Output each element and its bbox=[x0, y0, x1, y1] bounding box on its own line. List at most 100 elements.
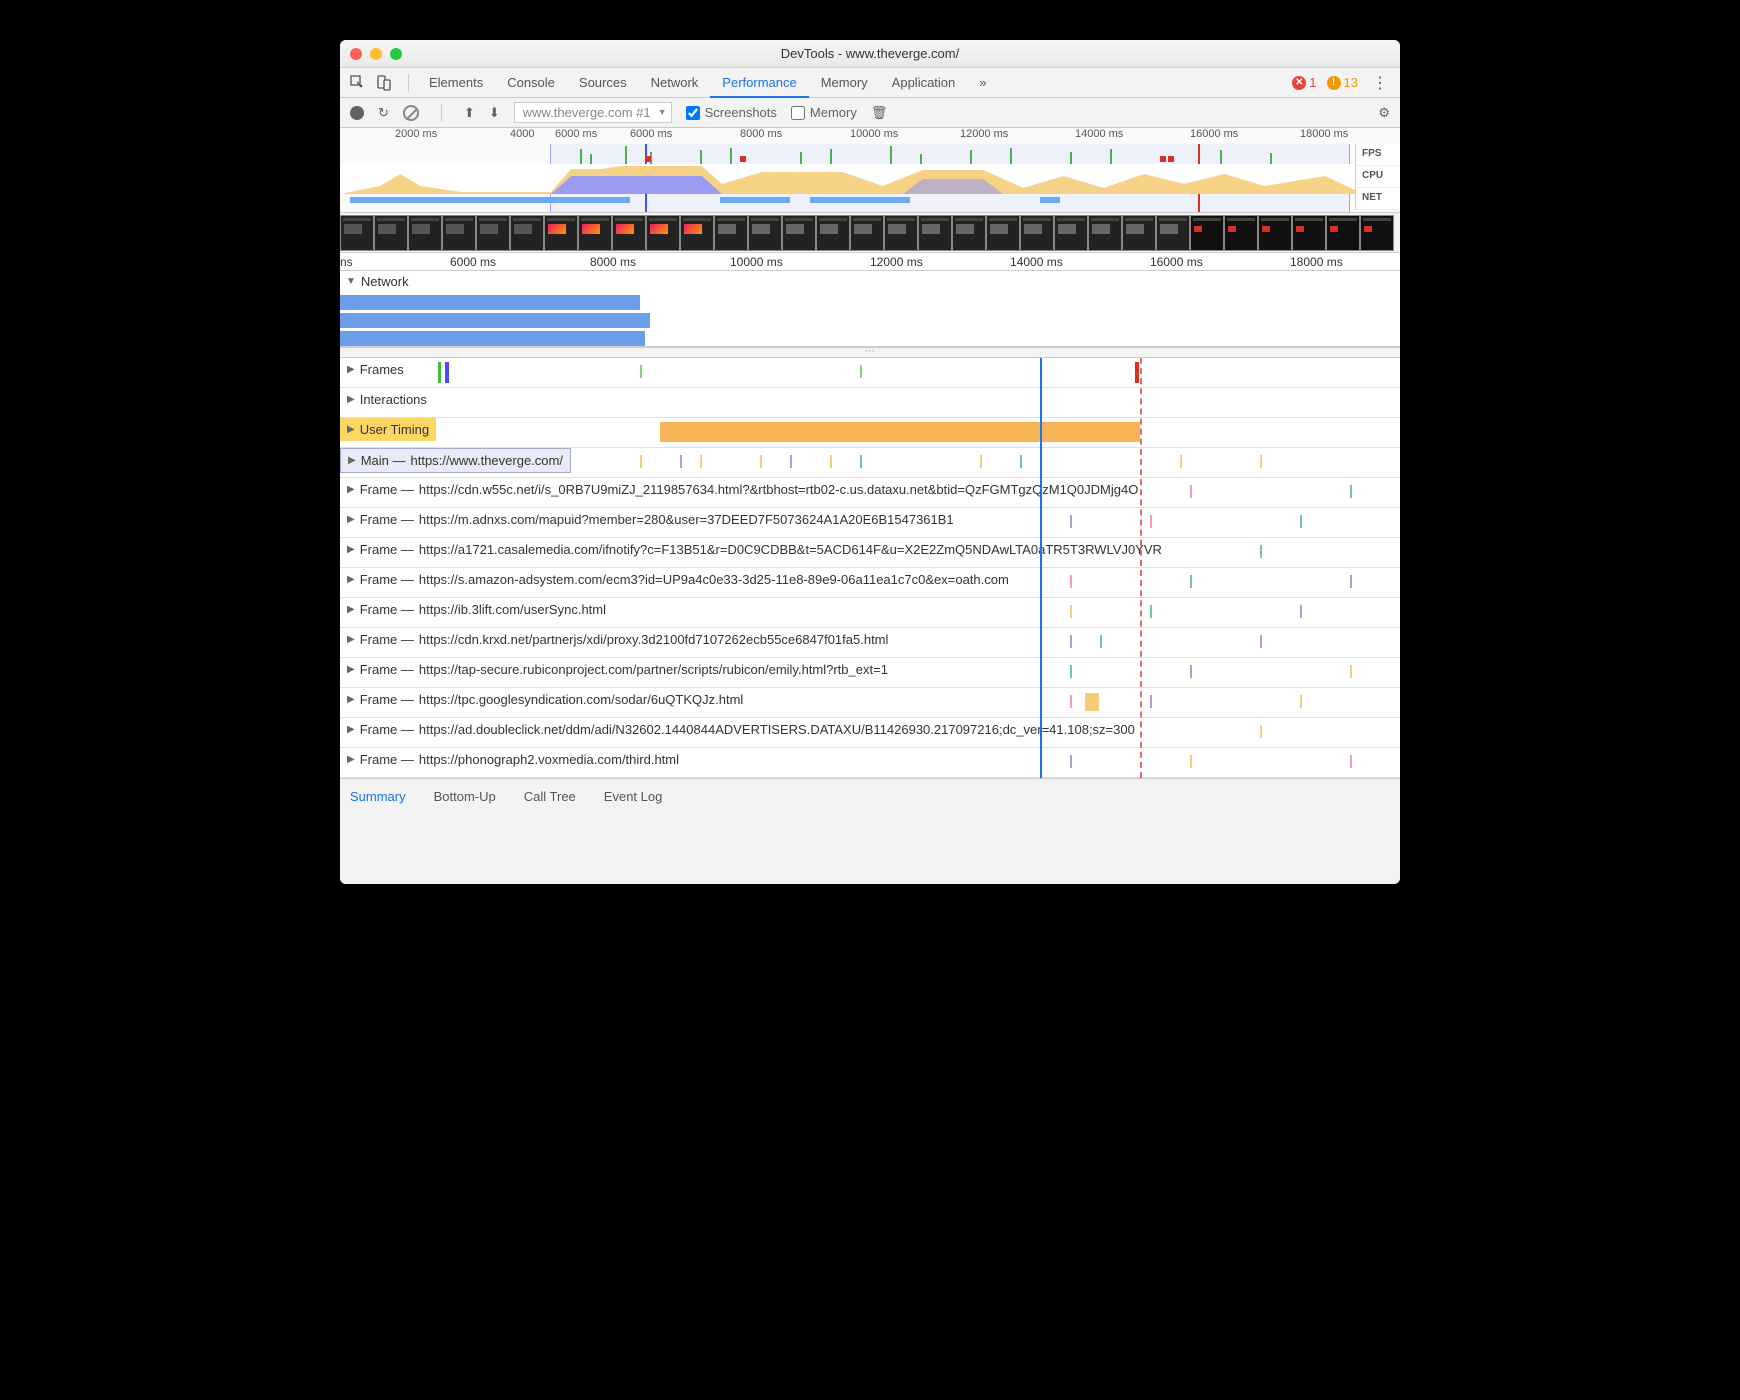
chevron-right-icon: ▶ bbox=[347, 634, 355, 645]
overview-ruler: 2000 ms 4000 6000 ms 6000 ms 8000 ms 100… bbox=[340, 128, 1400, 144]
tab-memory[interactable]: Memory bbox=[809, 68, 880, 98]
track-frame[interactable]: ▶Frame — https://ib.3lift.com/userSync.h… bbox=[340, 598, 1400, 628]
warning-icon: ! bbox=[1327, 76, 1341, 90]
screenshot-thumb[interactable] bbox=[1292, 215, 1326, 251]
track-frame[interactable]: ▶Frame — https://a1721.casalemedia.com/i… bbox=[340, 538, 1400, 568]
tab-event-log[interactable]: Event Log bbox=[604, 789, 663, 804]
save-profile-icon[interactable]: ⬇ bbox=[489, 105, 500, 121]
chevron-right-icon: ▶ bbox=[347, 604, 355, 615]
splitter[interactable]: ⋯ bbox=[340, 348, 1400, 358]
chevron-right-icon: ▶ bbox=[348, 455, 356, 466]
screenshot-thumb[interactable] bbox=[1224, 215, 1258, 251]
screenshot-thumb[interactable] bbox=[442, 215, 476, 251]
screenshot-thumb[interactable] bbox=[476, 215, 510, 251]
tab-more[interactable]: » bbox=[967, 68, 998, 98]
screenshot-thumb[interactable] bbox=[748, 215, 782, 251]
overview-pane[interactable]: 2000 ms 4000 6000 ms 6000 ms 8000 ms 100… bbox=[340, 128, 1400, 213]
tab-performance[interactable]: Performance bbox=[710, 68, 808, 98]
screenshot-thumb[interactable] bbox=[1156, 215, 1190, 251]
screenshot-thumb[interactable] bbox=[816, 215, 850, 251]
track-interactions[interactable]: ▶Interactions bbox=[340, 388, 1400, 418]
warning-count[interactable]: !13 bbox=[1327, 75, 1358, 90]
track-frame[interactable]: ▶Frame — https://tap-secure.rubiconproje… bbox=[340, 658, 1400, 688]
screenshot-thumb[interactable] bbox=[1122, 215, 1156, 251]
devtools-window: DevTools - www.theverge.com/ Elements Co… bbox=[340, 40, 1400, 884]
fps-lane bbox=[550, 144, 1355, 164]
flame-chart[interactable]: ▶Frames ▶Interactions ▶User Timing ▶Main… bbox=[340, 358, 1400, 778]
reload-button[interactable]: ↻ bbox=[378, 105, 389, 121]
screenshot-thumb[interactable] bbox=[986, 215, 1020, 251]
screenshot-thumb[interactable] bbox=[1360, 215, 1394, 251]
screenshot-thumb[interactable] bbox=[850, 215, 884, 251]
tab-console[interactable]: Console bbox=[495, 68, 567, 98]
track-frame[interactable]: ▶Frame — https://s.amazon-adsystem.com/e… bbox=[340, 568, 1400, 598]
close-icon[interactable] bbox=[350, 48, 362, 60]
screenshot-thumb[interactable] bbox=[714, 215, 748, 251]
frame-url: https://m.adnxs.com/mapuid?member=280&us… bbox=[419, 512, 954, 527]
track-main[interactable]: ▶Main — https://www.theverge.com/ bbox=[340, 448, 1400, 478]
screenshot-thumb[interactable] bbox=[1020, 215, 1054, 251]
frame-url: https://tpc.googlesyndication.com/sodar/… bbox=[419, 692, 743, 707]
network-header[interactable]: ▼Network bbox=[340, 271, 1400, 292]
net-lane bbox=[340, 194, 1355, 208]
tab-sources[interactable]: Sources bbox=[567, 68, 639, 98]
track-frames[interactable]: ▶Frames bbox=[340, 358, 1400, 388]
screenshot-thumb[interactable] bbox=[1326, 215, 1360, 251]
screenshot-thumb[interactable] bbox=[408, 215, 442, 251]
tab-call-tree[interactable]: Call Tree bbox=[524, 789, 576, 804]
filmstrip[interactable] bbox=[340, 213, 1400, 253]
tab-summary[interactable]: Summary bbox=[350, 789, 406, 804]
device-toggle-icon[interactable] bbox=[374, 73, 394, 93]
titlebar[interactable]: DevTools - www.theverge.com/ bbox=[340, 40, 1400, 68]
minimize-icon[interactable] bbox=[370, 48, 382, 60]
tab-elements[interactable]: Elements bbox=[417, 68, 495, 98]
chevron-right-icon: ▶ bbox=[347, 394, 355, 405]
screenshot-thumb[interactable] bbox=[1088, 215, 1122, 251]
screenshot-thumb[interactable] bbox=[578, 215, 612, 251]
screenshot-thumb[interactable] bbox=[1258, 215, 1292, 251]
screenshot-thumb[interactable] bbox=[680, 215, 714, 251]
tab-bottom-up[interactable]: Bottom-Up bbox=[434, 789, 496, 804]
maximize-icon[interactable] bbox=[390, 48, 402, 60]
frame-url: https://s.amazon-adsystem.com/ecm3?id=UP… bbox=[419, 572, 1009, 587]
screenshot-thumb[interactable] bbox=[612, 215, 646, 251]
screenshot-thumb[interactable] bbox=[952, 215, 986, 251]
screenshot-thumb[interactable] bbox=[340, 215, 374, 251]
chevron-right-icon: ▶ bbox=[347, 424, 355, 435]
details-body bbox=[340, 814, 1400, 884]
screenshots-checkbox[interactable]: Screenshots bbox=[686, 105, 777, 120]
inspect-icon[interactable] bbox=[348, 73, 368, 93]
frame-url: https://ad.doubleclick.net/ddm/adi/N3260… bbox=[419, 722, 1135, 737]
chevron-right-icon: ▶ bbox=[347, 364, 355, 375]
screenshot-thumb[interactable] bbox=[782, 215, 816, 251]
screenshot-thumb[interactable] bbox=[544, 215, 578, 251]
record-button[interactable] bbox=[350, 106, 364, 120]
screenshot-thumb[interactable] bbox=[510, 215, 544, 251]
track-user-timing[interactable]: ▶User Timing bbox=[340, 418, 1400, 448]
track-frame[interactable]: ▶Frame — https://tpc.googlesyndication.c… bbox=[340, 688, 1400, 718]
tab-network[interactable]: Network bbox=[639, 68, 711, 98]
track-frame[interactable]: ▶Frame — https://cdn.w55c.net/i/s_0RB7U9… bbox=[340, 478, 1400, 508]
error-count[interactable]: ✕1 bbox=[1292, 75, 1316, 90]
recording-selector[interactable]: www.theverge.com #1 bbox=[514, 102, 672, 123]
track-frame[interactable]: ▶Frame — https://cdn.krxd.net/partnerjs/… bbox=[340, 628, 1400, 658]
network-section: ▼Network bbox=[340, 271, 1400, 348]
screenshot-thumb[interactable] bbox=[1190, 215, 1224, 251]
track-frame[interactable]: ▶Frame — https://phonograph2.voxmedia.co… bbox=[340, 748, 1400, 778]
load-profile-icon[interactable]: ⬆ bbox=[464, 105, 475, 121]
network-bars[interactable] bbox=[340, 292, 1400, 347]
screenshot-thumb[interactable] bbox=[884, 215, 918, 251]
settings-icon[interactable]: ⚙ bbox=[1378, 105, 1390, 121]
screenshot-thumb[interactable] bbox=[918, 215, 952, 251]
screenshot-thumb[interactable] bbox=[646, 215, 680, 251]
track-frame[interactable]: ▶Frame — https://ad.doubleclick.net/ddm/… bbox=[340, 718, 1400, 748]
clear-button[interactable] bbox=[403, 105, 419, 121]
tab-application[interactable]: Application bbox=[880, 68, 968, 98]
trash-icon[interactable]: 🗑 bbox=[871, 105, 888, 121]
menu-icon[interactable]: ⋮ bbox=[1368, 73, 1392, 93]
screenshot-thumb[interactable] bbox=[1054, 215, 1088, 251]
main-ruler[interactable]: ns6000 ms8000 ms10000 ms12000 ms14000 ms… bbox=[340, 253, 1400, 271]
screenshot-thumb[interactable] bbox=[374, 215, 408, 251]
track-frame[interactable]: ▶Frame — https://m.adnxs.com/mapuid?memb… bbox=[340, 508, 1400, 538]
memory-checkbox[interactable]: Memory bbox=[791, 105, 857, 120]
